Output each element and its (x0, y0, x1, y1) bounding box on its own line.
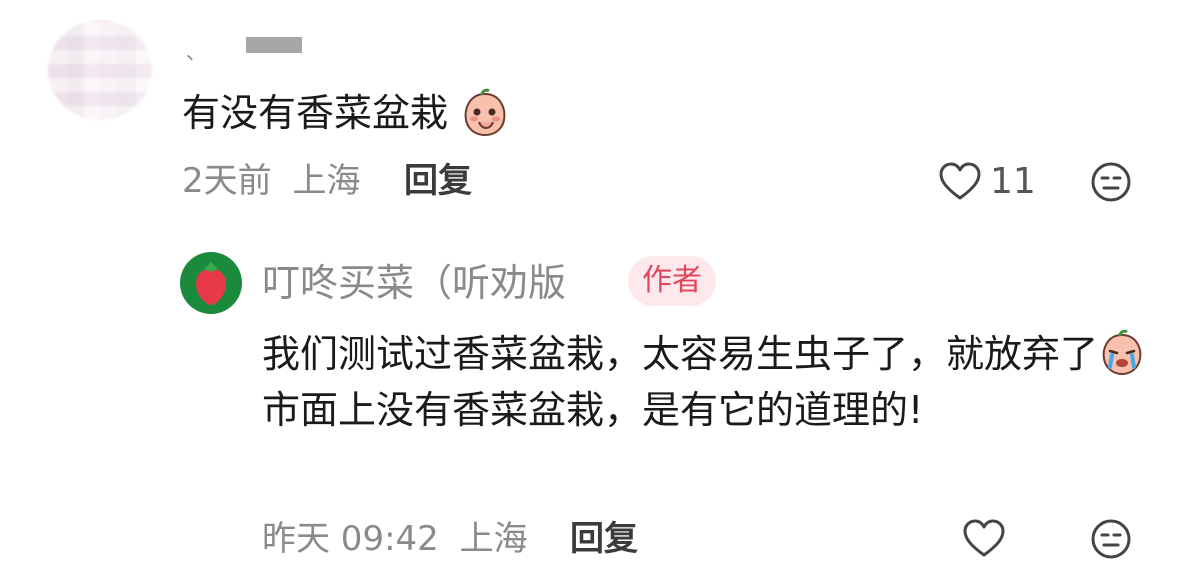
comment-time: 2天前 (182, 161, 272, 201)
reply-text-part1: 我们测试过香菜盆栽，太容易生虫子了，就放弃了 (262, 332, 1099, 376)
reply-time: 昨天 09:42 (262, 519, 439, 559)
reply-reply-button[interactable]: 回复 (570, 519, 638, 559)
reply-text: 我们测试过香菜盆栽，太容易生虫子了，就放弃了 市面上没有香菜盆栽，是有它的道理的… (262, 326, 1152, 438)
like-count: 11 (990, 161, 1036, 202)
comment-meta: 2天前 上海 (182, 161, 360, 201)
comment-reply-button[interactable]: 回复 (404, 161, 472, 201)
reply-username[interactable]: 叮咚买菜（听劝版 (262, 260, 566, 306)
comment-location: 上海 (292, 161, 361, 201)
reply-location: 上海 (459, 519, 528, 559)
comment-username[interactable]: 、 (186, 36, 206, 65)
crying-peach-emoji-icon (1102, 329, 1142, 376)
username-redacted (246, 37, 302, 53)
reply-meta: 昨天 09:42 上海 (262, 519, 528, 559)
user-avatar-blurred[interactable] (48, 20, 152, 120)
reply-text-part2: 市面上没有香菜盆栽，是有它的道理的! (262, 388, 924, 432)
comment-text: 有没有香菜盆栽 (182, 88, 510, 138)
strawberry-logo-icon (196, 262, 226, 305)
reply-avatar[interactable] (180, 252, 242, 314)
author-badge: 作者 (628, 256, 716, 306)
reply-dislike-face-icon[interactable] (1090, 518, 1132, 560)
comment-text-content: 有没有香菜盆栽 (182, 91, 449, 135)
reply-like-heart-icon[interactable] (962, 519, 1006, 559)
like-heart-icon[interactable] (938, 162, 982, 202)
dislike-face-icon[interactable] (1090, 161, 1132, 203)
shy-peach-emoji-icon (464, 88, 506, 137)
